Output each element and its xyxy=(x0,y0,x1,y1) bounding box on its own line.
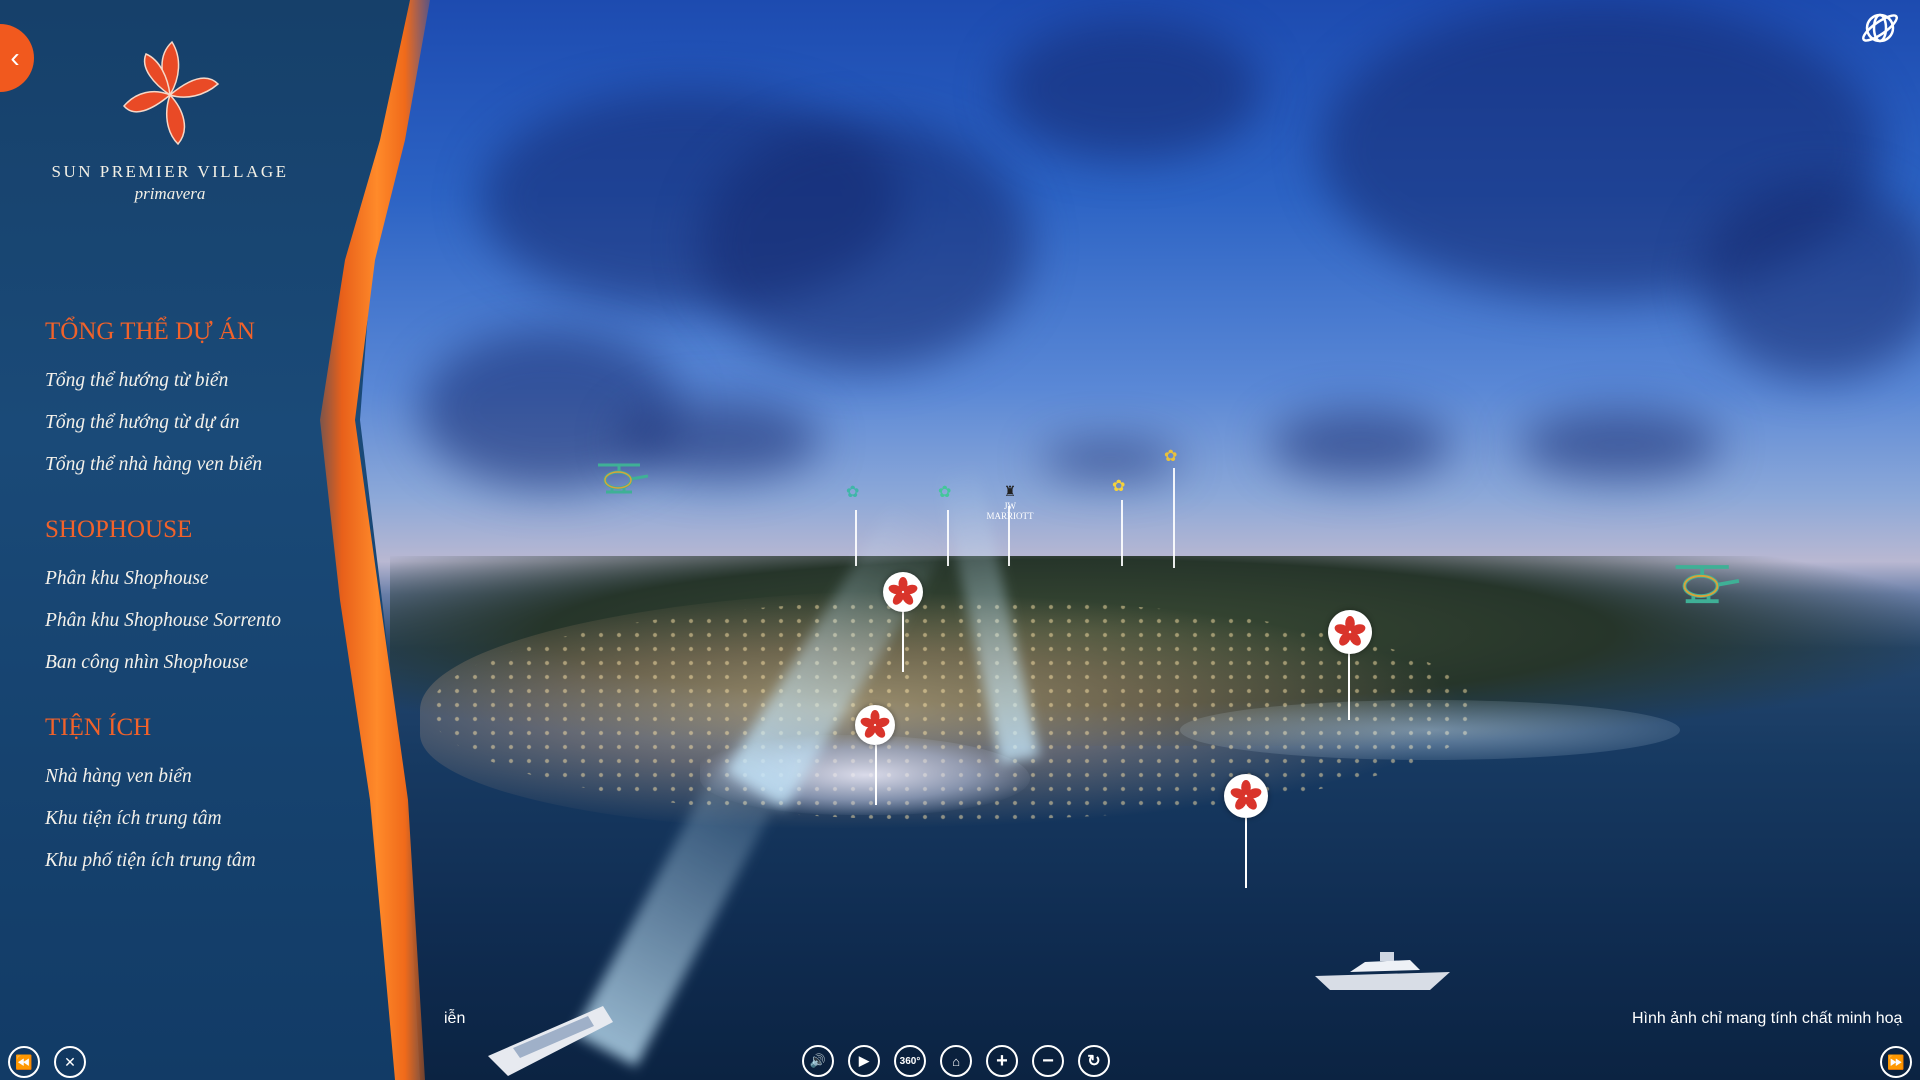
cloud xyxy=(700,120,1030,370)
volume-icon: 🔊 xyxy=(809,1053,827,1068)
hotspot-marker[interactable] xyxy=(855,705,895,745)
menu-item[interactable]: Tổng thể hướng từ dự án xyxy=(45,402,375,444)
chevron-left-icon: ‹ xyxy=(10,42,20,73)
menu-item[interactable]: Phân khu Shophouse xyxy=(45,558,375,600)
brand-pin-stem xyxy=(855,510,857,566)
menu-heading[interactable]: TIỆN ÍCH xyxy=(45,714,375,742)
jw-marriott-logo[interactable]: ♜ JW MARRIOTT xyxy=(980,484,1040,521)
yacht xyxy=(1315,952,1450,990)
sea-reflection xyxy=(1180,700,1680,760)
marriott-emblem-icon: ♜ xyxy=(1003,485,1017,500)
rotate-icon: ↻ xyxy=(1087,1053,1101,1070)
vr-globe-icon[interactable] xyxy=(1858,6,1902,50)
brand-pin-stem xyxy=(1121,500,1123,566)
bottom-left-controls: ⏪ ✕ xyxy=(8,1046,86,1078)
zoom-in-button[interactable]: + xyxy=(986,1045,1018,1077)
brand-subtitle: primavera xyxy=(134,184,206,203)
zoom-out-icon: − xyxy=(1042,1049,1054,1072)
scene-caption-partial: iễn xyxy=(444,1010,466,1027)
rewind-icon: ⏪ xyxy=(15,1053,33,1070)
cloud xyxy=(1270,410,1450,480)
marker-stem xyxy=(902,612,904,672)
marker-stem xyxy=(1245,818,1247,888)
zoom-in-icon: + xyxy=(996,1049,1008,1072)
menu-section-overview: TỔNG THỂ DỰ ÁN Tổng thể hướng từ biển Tổ… xyxy=(45,318,375,486)
play-button[interactable]: ▶ xyxy=(848,1045,880,1077)
brand-pin-stem xyxy=(947,510,949,566)
next-scene-button[interactable]: ⏩ xyxy=(1880,1046,1912,1078)
marker-stem xyxy=(1348,650,1350,720)
play-icon: ▶ xyxy=(859,1053,869,1068)
cloud xyxy=(1000,20,1260,160)
zoom-out-button[interactable]: − xyxy=(1032,1045,1064,1077)
flower-icon xyxy=(1230,780,1262,810)
flower-icon[interactable]: ✿ xyxy=(938,482,951,502)
volume-button[interactable]: 🔊 xyxy=(802,1045,834,1077)
brand-pin-stem xyxy=(1173,468,1175,568)
hotspot-marker[interactable] xyxy=(1328,610,1372,654)
cruise-ship xyxy=(488,1006,613,1076)
home-button[interactable]: ⌂ xyxy=(940,1045,972,1077)
flower-logo-icon xyxy=(123,40,220,146)
flower-icon[interactable]: ✿ xyxy=(1112,476,1125,496)
flower-icon xyxy=(1334,616,1366,646)
close-button[interactable]: ✕ xyxy=(54,1046,86,1078)
rotate-button[interactable]: ↻ xyxy=(1078,1045,1110,1077)
side-menu: TỔNG THỂ DỰ ÁN Tổng thể hướng từ biển Tổ… xyxy=(45,318,375,912)
menu-item[interactable]: Tổng thể nhà hàng ven biển xyxy=(45,444,375,486)
menu-item[interactable]: Phân khu Shophouse Sorrento xyxy=(45,600,375,642)
disclaimer-text: Hình ảnh chỉ mang tính chất minh hoạ xyxy=(1632,1010,1903,1027)
360-view-icon: 360° xyxy=(899,1055,921,1067)
hotspot-marker[interactable] xyxy=(1224,774,1268,818)
viewer-controls: 🔊 ▶ 360° ⌂ + − ↻ xyxy=(802,1045,1110,1077)
cloud xyxy=(1700,180,1920,380)
menu-section-shophouse: SHOPHOUSE Phân khu Shophouse Phân khu Sh… xyxy=(45,516,375,684)
flower-icon xyxy=(888,577,918,605)
menu-heading[interactable]: SHOPHOUSE xyxy=(45,516,375,544)
flower-icon[interactable]: ✿ xyxy=(1164,446,1177,466)
home-icon: ⌂ xyxy=(952,1053,960,1069)
menu-item[interactable]: Nhà hàng ven biển xyxy=(45,756,375,798)
cloud xyxy=(1040,440,1180,480)
helicopter-icon[interactable] xyxy=(592,460,652,500)
menu-item[interactable]: Ban công nhìn Shophouse xyxy=(45,642,375,684)
fast-forward-icon: ⏩ xyxy=(1887,1053,1905,1070)
flower-icon[interactable]: ✿ xyxy=(846,482,859,502)
menu-section-amenities: TIỆN ÍCH Nhà hàng ven biển Khu tiện ích … xyxy=(45,714,375,882)
360-view-button[interactable]: 360° xyxy=(894,1045,926,1077)
flower-icon xyxy=(860,710,890,738)
menu-heading[interactable]: TỔNG THỂ DỰ ÁN xyxy=(45,318,375,346)
menu-item[interactable]: Khu phố tiện ích trung tâm xyxy=(45,840,375,882)
brand-logo: SUN PREMIER VILLAGE primavera xyxy=(40,40,300,204)
cloud xyxy=(1520,410,1720,480)
brand-name: SUN PREMIER VILLAGE xyxy=(51,162,289,181)
hotspot-marker[interactable] xyxy=(883,572,923,612)
previous-scene-button[interactable]: ⏪ xyxy=(8,1046,40,1078)
helicopter-icon[interactable] xyxy=(1668,560,1744,612)
close-icon: ✕ xyxy=(64,1053,76,1070)
menu-item[interactable]: Khu tiện ích trung tâm xyxy=(45,798,375,840)
menu-item[interactable]: Tổng thể hướng từ biển xyxy=(45,360,375,402)
marker-stem xyxy=(875,745,877,805)
